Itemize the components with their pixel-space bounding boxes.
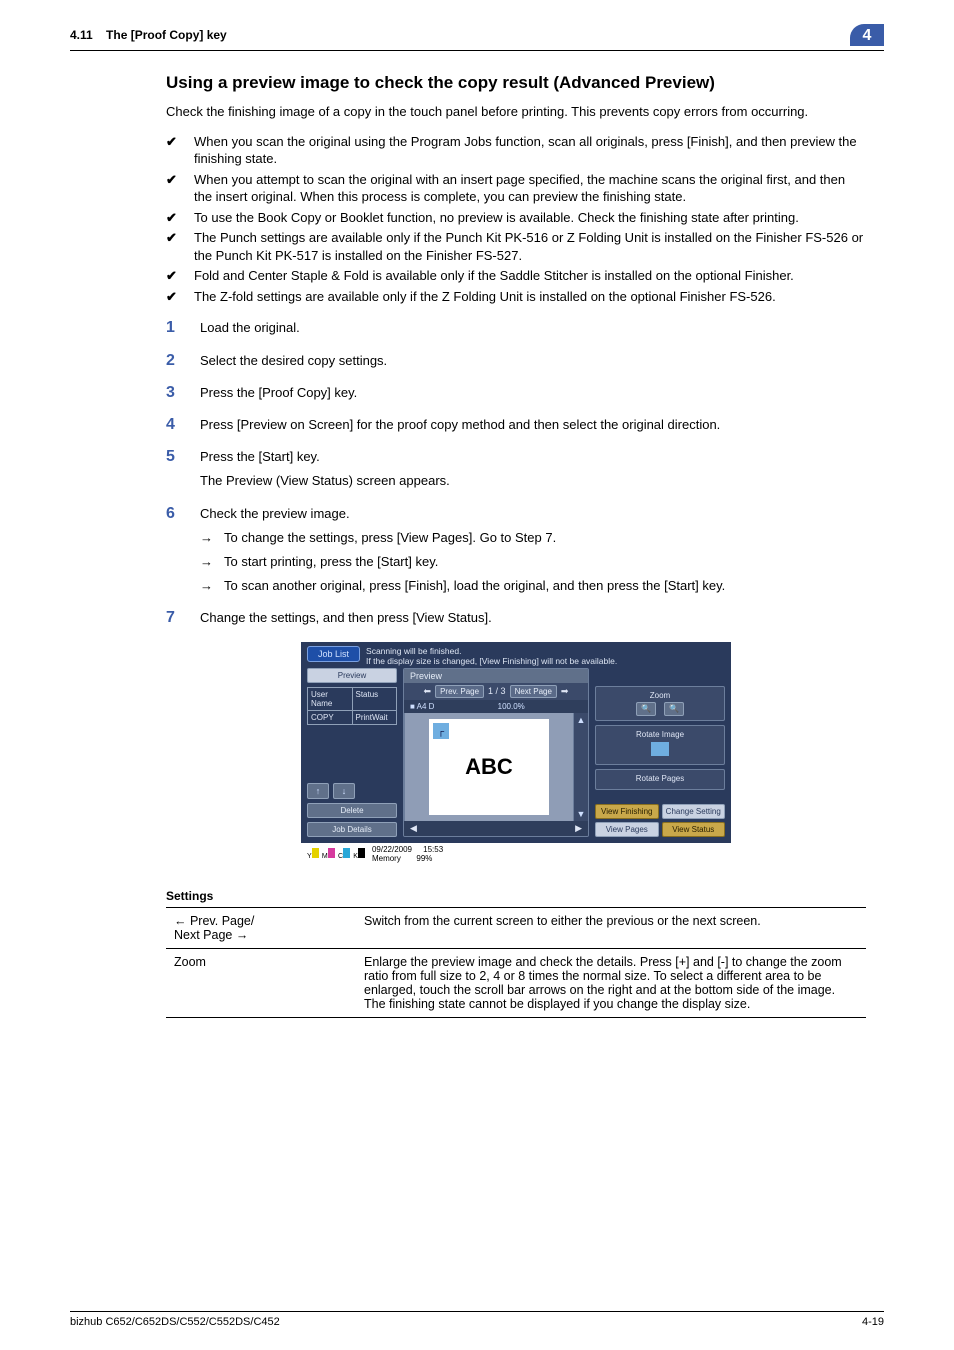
step-body: Press the [Start] key. The Preview (View… [200,448,866,490]
status-memory-value: 99% [416,854,432,863]
job-details-button[interactable]: Job Details [307,822,397,837]
step-number: 5 [166,448,182,490]
page-indicator: 1 / 3 [488,686,506,696]
scroll-right-icon[interactable]: ▶ [575,823,582,834]
prerequisite-list: ✔ When you scan the original using the Pr… [166,133,866,306]
arrow-icon: → [200,553,214,571]
header-left: 4.11 The [Proof Copy] key [70,28,227,42]
step-body: Press the [Proof Copy] key. [200,384,866,402]
steps-list: 1 Load the original. 2 Select the desire… [166,319,866,627]
prev-page-chip[interactable]: Prev. Page [435,685,484,698]
rotate-pages-panel[interactable]: Rotate Pages [595,769,725,790]
step-number: 2 [166,352,182,370]
prereq-item: The Z-fold settings are available only i… [194,288,776,306]
rotate-image-panel[interactable]: Rotate Image [595,725,725,765]
step-body: Load the original. [200,319,866,337]
zoom-panel: Zoom 🔍 🔍 [595,686,725,721]
delete-button[interactable]: Delete [307,803,397,818]
step-body: Press [Preview on Screen] for the proof … [200,416,866,434]
step-number: 1 [166,319,182,337]
scroll-down-icon[interactable]: ↓ [333,783,355,799]
prereq-item: When you attempt to scan the original wi… [194,171,866,206]
change-setting-button[interactable]: Change Setting [662,804,726,819]
preview-button[interactable]: Preview [307,668,397,683]
settings-row-name: Zoom [166,948,356,1017]
arrow-icon: → [200,577,214,595]
device-screenshot: Job List Scanning will be finished. If t… [301,642,731,865]
job-table: User NameStatus COPYPrintWait [307,687,397,725]
prereq-item: The Punch settings are available only if… [194,229,866,264]
status-memory-label: Memory [372,854,401,863]
status-time: 15:53 [423,845,443,854]
next-page-chip[interactable]: Next Page [510,685,557,698]
arrow-icon: → [200,529,214,547]
settings-row-desc: Enlarge the preview image and check the … [356,948,866,1017]
view-pages-button[interactable]: View Pages [595,822,659,837]
arrow-right-icon[interactable]: ➡ [561,686,569,697]
view-status-button[interactable]: View Status [662,822,726,837]
settings-row-name: ← Prev. Page/ Next Page → [166,907,356,948]
preview-title: Preview [404,669,588,683]
step-number: 3 [166,384,182,402]
footer-page: 4-19 [862,1316,884,1328]
check-icon: ✔ [166,288,180,306]
check-icon: ✔ [166,171,180,206]
scroll-up-icon[interactable]: ↑ [307,783,329,799]
footer-model: bizhub C652/C652DS/C552/C552DS/C452 [70,1316,280,1328]
chapter-badge: 4 [850,24,884,46]
prereq-item: To use the Book Copy or Booklet function… [194,209,799,227]
step-body: Select the desired copy settings. [200,352,866,370]
step-number: 4 [166,416,182,434]
check-icon: ✔ [166,267,180,285]
settings-table: ← Prev. Page/ Next Page → Switch from th… [166,907,866,1018]
settings-heading: Settings [166,889,866,903]
prereq-item: Fold and Center Staple & Fold is availab… [194,267,794,285]
step-number: 6 [166,505,182,596]
preview-page: ┌ ABC [429,719,549,815]
page-title: Using a preview image to check the copy … [166,73,866,93]
scroll-down-icon[interactable]: ▼ [577,809,586,819]
step-body: Check the preview image. →To change the … [200,505,866,596]
staple-icon: ┌ [433,723,449,739]
intro-paragraph: Check the finishing image of a copy in t… [166,103,866,121]
check-icon: ✔ [166,133,180,168]
view-finishing-button[interactable]: View Finishing [595,804,659,819]
toner-indicator: Y M C K [307,848,366,860]
rotate-icon [651,742,669,756]
check-icon: ✔ [166,229,180,264]
zoom-out-icon[interactable]: 🔍 [636,702,656,716]
zoom-in-icon[interactable]: 🔍 [664,702,684,716]
check-icon: ✔ [166,209,180,227]
scroll-up-icon[interactable]: ▲ [577,715,586,725]
step-body: Change the settings, and then press [Vie… [200,609,866,627]
step-number: 7 [166,609,182,627]
arrow-left-icon[interactable]: ⬅ [424,686,432,697]
job-list-button[interactable]: Job List [307,646,360,662]
settings-row-desc: Switch from the current screen to either… [356,907,866,948]
prereq-item: When you scan the original using the Pro… [194,133,866,168]
status-date: 09/22/2009 [372,845,412,854]
status-line: Scanning will be finished. [366,646,617,656]
scroll-left-icon[interactable]: ◀ [410,823,417,834]
status-line: If the display size is changed, [View Fi… [366,656,617,666]
